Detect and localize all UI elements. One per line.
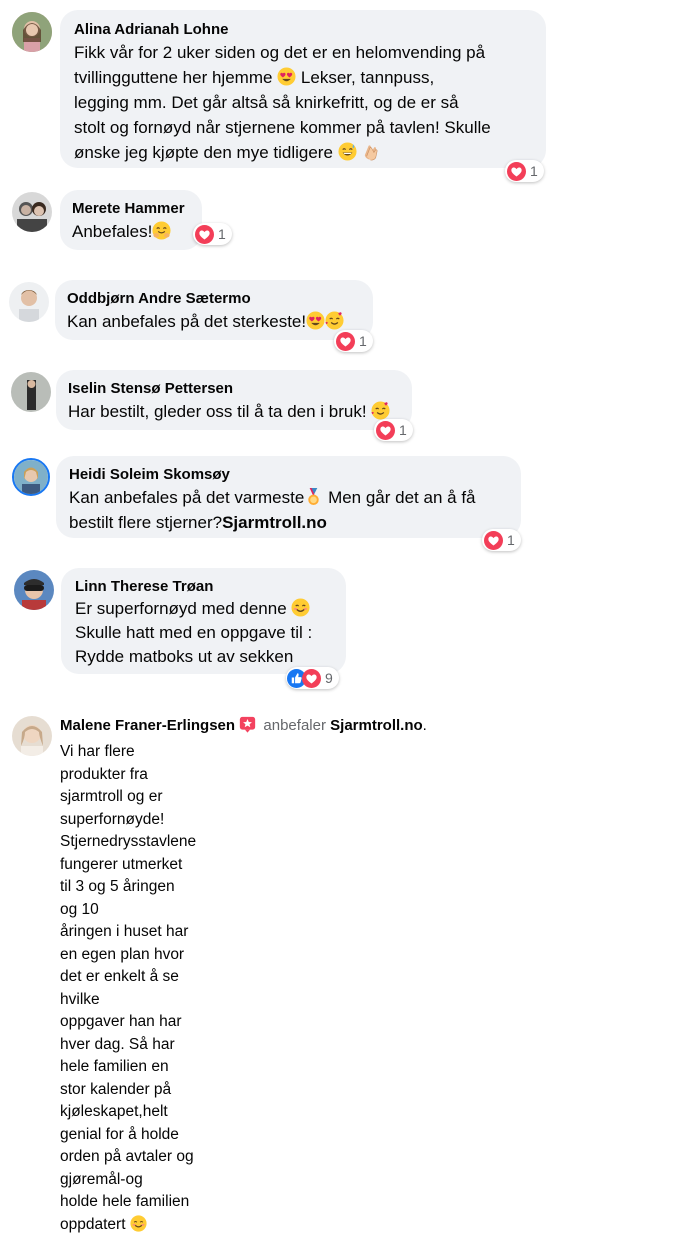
reaction-summary[interactable]: 9 [286, 667, 339, 689]
review-header: Malene Franer-Erlingsen anbefaler Sjarmt… [60, 716, 427, 734]
smile-emoji [130, 1215, 147, 1232]
comment-author[interactable]: Iselin Stensø Pettersen [68, 379, 400, 399]
comment-author[interactable]: Heidi Soleim Skomsøy [69, 465, 508, 485]
review-verb: anbefaler [263, 717, 326, 734]
reaction-count: 9 [325, 670, 333, 686]
reaction-count: 1 [399, 422, 407, 438]
reaction-count: 1 [530, 163, 538, 179]
avatar[interactable] [12, 12, 52, 52]
comment-author[interactable]: Linn Therese Trøan [75, 577, 332, 597]
comment-bubble: Heidi Soleim Skomsøy Kan anbefales på de… [56, 456, 521, 538]
heart-eyes-emoji [277, 67, 296, 86]
reaction-summary[interactable]: 1 [505, 160, 544, 182]
avatar[interactable] [12, 716, 52, 756]
reaction-summary[interactable]: 1 [482, 529, 521, 551]
medal-emoji [308, 487, 320, 506]
smiling-hearts-emoji [371, 401, 390, 420]
clap-emoji [365, 145, 378, 161]
comment-text: Har bestilt, gleder oss til å ta den i b… [68, 399, 400, 424]
mention-link[interactable]: Sjarmtroll.no [222, 513, 327, 532]
review-author[interactable]: Malene Franer-Erlingsen [60, 717, 235, 734]
avatar[interactable] [11, 372, 51, 412]
comment-bubble: Linn Therese Trøan Er superfornøyd med d… [61, 568, 346, 674]
love-reaction-icon [195, 225, 214, 244]
comment-bubble: Alina Adrianah Lohne Fikk vår for 2 uker… [60, 10, 546, 168]
love-reaction-icon [302, 669, 321, 688]
love-reaction-icon [507, 162, 526, 181]
comment-text: Er superfornøyd med denne Skulle hatt me… [75, 598, 313, 666]
heart-eyes-emoji [306, 311, 325, 330]
comment-author[interactable]: Alina Adrianah Lohne [74, 20, 532, 40]
hug-emoji [152, 221, 171, 240]
review-text: Vi har flere produkter fra sjarmtroll og… [60, 743, 197, 1233]
reaction-summary[interactable]: 1 [374, 419, 413, 441]
recommend-star-icon [240, 716, 256, 733]
grin-sweat-emoji [338, 142, 357, 161]
love-reaction-icon [336, 332, 355, 351]
page-link[interactable]: Sjarmtroll.no [330, 717, 423, 734]
love-reaction-icon [484, 531, 503, 550]
reaction-count: 1 [507, 532, 515, 548]
smiling-hearts-emoji [325, 311, 344, 330]
comment-bubble: Merete Hammer Anbefales! [60, 190, 202, 250]
comment-text: Kan anbefales på det varmeste Men går de… [69, 487, 476, 532]
comment-bubble: Oddbjørn Andre Sætermo Kan anbefales på … [55, 280, 373, 340]
avatar[interactable] [12, 192, 52, 232]
comment-text: Kan anbefales på det sterkeste! [67, 309, 361, 334]
reaction-count: 1 [218, 226, 226, 242]
avatar[interactable] [12, 458, 50, 496]
avatar[interactable] [9, 282, 49, 322]
comment-author[interactable]: Merete Hammer [72, 199, 190, 219]
comment-bubble: Iselin Stensø Pettersen Har bestilt, gle… [56, 370, 412, 430]
comment-text: Anbefales! [72, 219, 190, 244]
avatar[interactable] [14, 570, 54, 610]
reaction-summary[interactable]: 1 [193, 223, 232, 245]
love-reaction-icon [376, 421, 395, 440]
comment-author[interactable]: Oddbjørn Andre Sætermo [67, 289, 361, 309]
reaction-summary[interactable]: 1 [334, 330, 373, 352]
comment-text: Fikk vår for 2 uker siden og det er en h… [74, 43, 491, 162]
smile-emoji [291, 598, 310, 617]
reaction-count: 1 [359, 333, 367, 349]
